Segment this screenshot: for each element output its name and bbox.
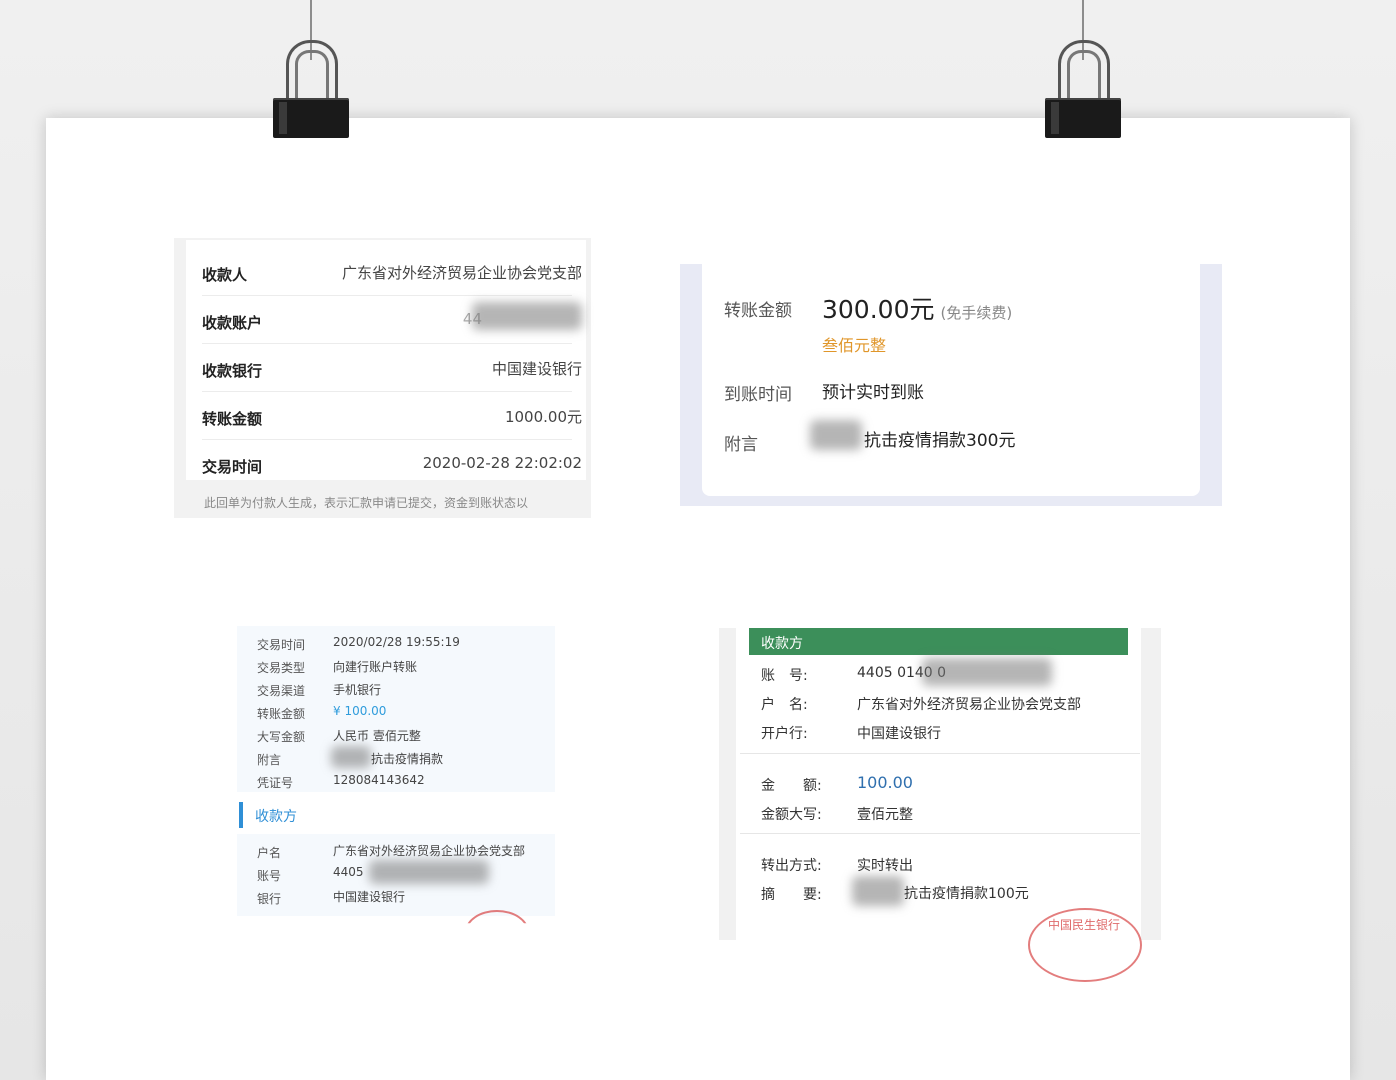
row-label: 收款银行 xyxy=(202,362,263,380)
receipt-card-2-body: 转账金额 300.00元 (免手续费) 叁佰元整 到账时间 预计实时到账 附言 抗… xyxy=(702,264,1200,496)
detail-label: 交易类型 xyxy=(257,661,306,675)
detail-label: 交易渠道 xyxy=(257,684,306,698)
arrival-value: 预计实时到账 xyxy=(822,383,924,403)
receipt-row-bank: 收款银行 中国建设银行 xyxy=(202,344,582,392)
amount-value: 300.00元 xyxy=(822,295,935,324)
field-label: 金 额: xyxy=(761,778,822,794)
receipt-row-payee: 收款人 广东省对外经济贸易企业协会党支部 xyxy=(202,248,582,296)
amount-label: 转账金额 xyxy=(724,301,792,321)
detail-label: 凭证号 xyxy=(257,776,294,790)
payee-value: 中国建设银行 xyxy=(333,890,406,904)
receipt-row-amount: 转账金额 1000.00元 xyxy=(202,392,582,440)
field-value-amount: 100.00 xyxy=(857,773,913,792)
bank-stamp-text: 中国民生银行 xyxy=(1048,918,1121,932)
row-value: 2020-02-28 22:02:02 xyxy=(422,454,582,472)
receipt-card-1: 收款人 广东省对外经济贸易企业协会党支部 收款账户 44 收款银行 中国建设银行… xyxy=(174,238,591,518)
binder-clip-right-icon xyxy=(1045,40,1121,140)
payee-header-bar: 收款方 xyxy=(749,628,1128,655)
detail-value-amount: ¥ 100.00 xyxy=(333,704,387,718)
redaction-blur xyxy=(922,658,1052,686)
memo-label: 附言 xyxy=(724,435,758,455)
receipt-card-4-body: 收款方 账 号: 4405 0140 0 户 名: 广东省对外经济贸易企业协会党… xyxy=(736,628,1142,982)
field-label: 户 名: xyxy=(761,697,808,713)
row-label: 转账金额 xyxy=(202,410,263,428)
fee-note: (免手续费) xyxy=(940,304,1013,322)
divider xyxy=(740,753,1140,754)
receipt-footer-note: 此回单为付款人生成，表示汇款申请已提交，资金到账状态以 xyxy=(204,496,529,510)
detail-label: 大写金额 xyxy=(257,730,306,744)
field-label: 摘 要: xyxy=(761,887,822,903)
payee-header-title: 收款方 xyxy=(255,809,297,825)
redaction-blur xyxy=(852,876,904,906)
amount-capital: 叁佰元整 xyxy=(822,336,887,355)
memo-value: 抗击疫情捐款300元 xyxy=(864,431,1016,451)
redaction-blur xyxy=(369,860,489,884)
field-label: 开户行: xyxy=(761,726,808,742)
payee-label: 户名 xyxy=(257,846,282,860)
detail-label: 交易时间 xyxy=(257,638,306,652)
binder-clip-left-icon xyxy=(273,40,349,140)
field-value: 实时转出 xyxy=(857,858,913,874)
redaction-blur xyxy=(472,302,582,330)
receipt-row-time: 交易时间 2020-02-28 22:02:02 xyxy=(202,440,582,487)
field-value: 中国建设银行 xyxy=(857,726,941,742)
payee-label: 银行 xyxy=(257,892,282,906)
receipt-card-1-body: 收款人 广东省对外经济贸易企业协会党支部 收款账户 44 收款银行 中国建设银行… xyxy=(186,240,586,480)
field-label: 账 号: xyxy=(761,668,808,684)
field-label: 转出方式: xyxy=(761,858,822,874)
field-value: 壹佰元整 xyxy=(857,807,913,823)
detail-label: 附言 xyxy=(257,753,282,767)
detail-label: 转账金额 xyxy=(257,707,306,721)
amount-value-group: 300.00元 (免手续费) xyxy=(822,290,1012,326)
payee-header-title: 收款方 xyxy=(761,636,803,652)
detail-value: 向建行账户转账 xyxy=(333,660,418,674)
row-label: 交易时间 xyxy=(202,458,263,476)
receipt-card-4: 收款方 账 号: 4405 0140 0 户 名: 广东省对外经济贸易企业协会党… xyxy=(719,628,1161,982)
row-value: 1000.00元 xyxy=(504,408,582,426)
payee-section-header: 收款方 xyxy=(237,800,557,830)
detail-value: 抗击疫情捐款 xyxy=(371,752,444,766)
field-value: 抗击疫情捐款100元 xyxy=(904,886,1029,902)
field-label: 金额大写: xyxy=(761,807,822,823)
section-accent-bar xyxy=(239,802,243,828)
detail-value: 2020/02/28 19:55:19 xyxy=(333,635,460,649)
payee-details: 户名 广东省对外经济贸易企业协会党支部 账号 4405 银行 中国建设银行 xyxy=(237,834,555,916)
row-value: 广东省对外经济贸易企业协会党支部 xyxy=(341,264,582,282)
detail-value: 人民币 壹佰元整 xyxy=(333,729,421,743)
receipt-card-3: 交易时间 2020/02/28 19:55:19 交易类型 向建行账户转账 交易… xyxy=(237,626,557,924)
payee-value: 广东省对外经济贸易企业协会党支部 xyxy=(333,844,526,858)
detail-value: 手机银行 xyxy=(333,683,382,697)
divider xyxy=(740,833,1140,834)
receipt-card-2: 转账金额 300.00元 (免手续费) 叁佰元整 到账时间 预计实时到账 附言 抗… xyxy=(680,264,1222,506)
row-value: 中国建设银行 xyxy=(491,360,582,378)
transaction-details: 交易时间 2020/02/28 19:55:19 交易类型 向建行账户转账 交易… xyxy=(237,626,555,792)
redaction-blur xyxy=(331,746,371,768)
receipt-row-account: 收款账户 44 xyxy=(202,296,582,344)
detail-value: 128084143642 xyxy=(333,773,425,787)
row-label: 收款账户 xyxy=(202,314,263,332)
field-value: 广东省对外经济贸易企业协会党支部 xyxy=(857,697,1081,713)
payee-label: 账号 xyxy=(257,869,282,883)
row-label: 收款人 xyxy=(202,266,248,284)
payee-value: 4405 xyxy=(333,865,364,879)
arrival-label: 到账时间 xyxy=(724,385,792,405)
redaction-blur xyxy=(810,420,862,450)
